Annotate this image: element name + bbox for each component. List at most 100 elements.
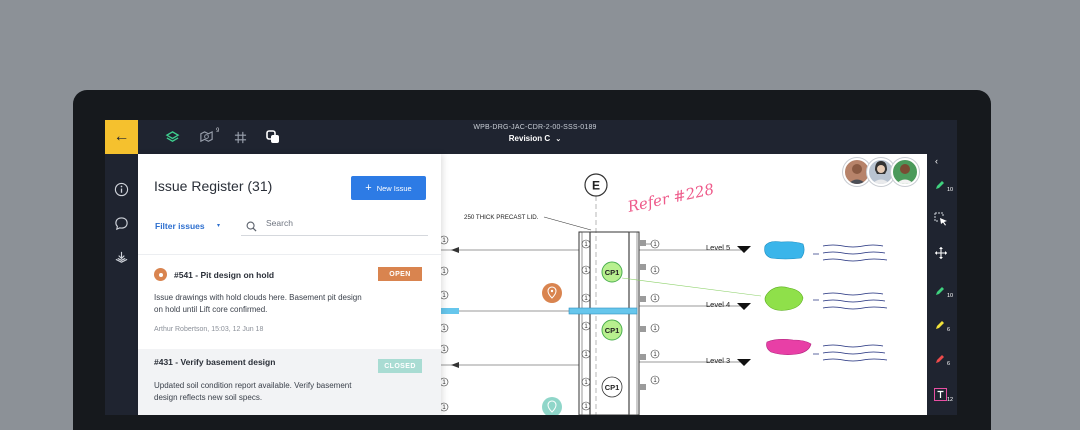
avatar[interactable] bbox=[891, 158, 919, 186]
ref-marker: 1 bbox=[581, 377, 591, 387]
issue-title: #431 - Verify basement design bbox=[154, 357, 276, 367]
svg-text:CP1: CP1 bbox=[605, 383, 620, 392]
document-header: WPB-DRG-JAC-CDR-2-00-SSS-0189 Revision C… bbox=[435, 124, 635, 143]
search-box bbox=[241, 214, 428, 236]
move-icon bbox=[935, 247, 947, 259]
ref-marker: 1 bbox=[581, 239, 591, 249]
marker-green-icon bbox=[936, 181, 944, 189]
status-badge: OPEN bbox=[378, 267, 422, 281]
cp1-marker[interactable]: CP1 bbox=[601, 376, 623, 398]
issue-list-item[interactable]: #541 - Pit design on hold OPEN Issue dra… bbox=[138, 254, 441, 341]
ref-marker: 1 bbox=[441, 344, 449, 354]
issue-register-panel: Issue Register (31) + New Issue Filter is… bbox=[138, 154, 441, 415]
ref-marker: 1 bbox=[650, 323, 660, 333]
issue-list-item[interactable]: #431 - Verify basement design CLOSED Upd… bbox=[138, 349, 441, 415]
pen-tool[interactable]: 6 bbox=[934, 352, 956, 370]
markup-cloud[interactable] bbox=[764, 286, 804, 311]
ref-marker: 1 bbox=[650, 239, 660, 249]
level-label: Level 3 bbox=[706, 356, 730, 365]
marker-tool[interactable]: 10 bbox=[934, 284, 956, 302]
issue-meta: Arthur Robertson, 15:03, 12 Jun 18 bbox=[154, 326, 264, 333]
grid-icon[interactable] bbox=[232, 129, 248, 145]
tool-count: 6 bbox=[947, 327, 951, 333]
drawing-canvas[interactable]: E Refer #228 250 THICK PRECAST LID. 1 1 … bbox=[441, 154, 927, 415]
issue-pin-icon[interactable] bbox=[542, 397, 562, 415]
select-cursor-icon bbox=[934, 212, 947, 226]
tool-count: 10 bbox=[947, 293, 954, 299]
arrow-left-icon: ← bbox=[113, 128, 130, 145]
back-button[interactable]: ← bbox=[105, 120, 138, 154]
handwritten-note bbox=[813, 244, 888, 362]
info-icon[interactable] bbox=[113, 181, 129, 197]
text-tool-icon bbox=[934, 388, 947, 401]
ref-marker: 1 bbox=[581, 349, 591, 359]
search-icon bbox=[246, 219, 257, 237]
top-bar: ← 9 WPB-DRG-JAC-CDR-2-00-SSS-0189 Revisi… bbox=[105, 120, 957, 154]
right-tool-rail: ‹ 10 10 6 6 12 bbox=[927, 154, 957, 415]
app-screen: ← 9 WPB-DRG-JAC-CDR-2-00-SSS-0189 Revisi… bbox=[105, 120, 957, 415]
comments-icon[interactable] bbox=[113, 215, 129, 231]
new-issue-label: New Issue bbox=[376, 183, 412, 193]
filter-label: Filter issues bbox=[155, 221, 205, 231]
cp1-marker[interactable]: CP1 bbox=[601, 319, 623, 341]
slab-label: 250 THICK PRECAST LID. bbox=[464, 214, 539, 221]
chevron-down-icon: ⌄ bbox=[555, 136, 562, 143]
ref-marker: 1 bbox=[650, 349, 660, 359]
text-tool[interactable]: 12 bbox=[934, 388, 956, 406]
left-rail bbox=[105, 154, 138, 415]
layer-stack-icon[interactable] bbox=[113, 249, 129, 265]
markup-cloud[interactable] bbox=[764, 241, 805, 260]
ref-marker: 1 bbox=[581, 321, 591, 331]
marker-yellow-icon bbox=[936, 321, 944, 329]
location-pin-icon bbox=[154, 268, 167, 281]
tool-count: 10 bbox=[947, 187, 954, 193]
ref-marker: 1 bbox=[581, 401, 591, 411]
issue-description: Updated soil condition report available.… bbox=[154, 381, 352, 402]
tool-count: 12 bbox=[947, 397, 954, 403]
markups-icon[interactable] bbox=[198, 129, 214, 145]
layers-icon[interactable] bbox=[164, 129, 180, 145]
ref-marker: 1 bbox=[581, 265, 591, 275]
refer-annotation: Refer #228 bbox=[625, 180, 716, 216]
marker-green-icon bbox=[936, 287, 944, 295]
issue-title: #541 - Pit design on hold bbox=[174, 270, 275, 280]
ref-marker: 1 bbox=[441, 235, 449, 245]
ref-marker: 1 bbox=[650, 293, 660, 303]
markup-cloud[interactable] bbox=[766, 339, 812, 355]
svg-text:CP1: CP1 bbox=[605, 268, 620, 277]
filter-issues-dropdown[interactable]: Filter issues bbox=[155, 221, 205, 231]
ref-marker: 1 bbox=[441, 290, 449, 300]
ref-marker: 1 bbox=[441, 402, 449, 412]
ref-marker: 1 bbox=[441, 323, 449, 333]
highlighter-tool[interactable]: 6 bbox=[934, 318, 956, 336]
level-label: Level 5 bbox=[706, 243, 730, 252]
ref-marker: 1 bbox=[441, 377, 449, 387]
search-input[interactable] bbox=[266, 218, 416, 228]
compare-icon[interactable] bbox=[265, 129, 281, 145]
revision-selector[interactable]: Revision C ⌄ bbox=[435, 134, 635, 143]
plus-icon: + bbox=[365, 182, 372, 194]
svg-text:CP1: CP1 bbox=[605, 326, 620, 335]
level-label: Level 4 bbox=[706, 300, 730, 309]
ref-marker: 1 bbox=[650, 375, 660, 385]
cp1-marker[interactable]: CP1 bbox=[601, 261, 623, 283]
move-tool[interactable] bbox=[934, 246, 956, 264]
issue-description: Issue drawings with hold clouds here. Ba… bbox=[154, 293, 362, 314]
marker-tool[interactable]: 10 bbox=[934, 178, 956, 196]
document-id: WPB-DRG-JAC-CDR-2-00-SSS-0189 bbox=[473, 124, 597, 131]
select-tool[interactable] bbox=[934, 212, 956, 230]
new-issue-button[interactable]: + New Issue bbox=[351, 176, 426, 200]
issue-pin-icon[interactable] bbox=[542, 283, 562, 303]
ref-marker: 1 bbox=[441, 266, 449, 276]
tool-count: 6 bbox=[947, 361, 951, 367]
caret-down-icon: ▾ bbox=[217, 223, 221, 229]
ref-marker: 1 bbox=[581, 293, 591, 303]
ref-marker: 1 bbox=[650, 265, 660, 275]
revision-label: Revision C bbox=[508, 134, 551, 143]
marker-red-icon bbox=[936, 355, 944, 363]
collapse-rail-button[interactable]: ‹ bbox=[935, 156, 957, 174]
gridline-label: E bbox=[592, 179, 600, 193]
panel-title: Issue Register (31) bbox=[154, 178, 273, 194]
status-badge: CLOSED bbox=[378, 359, 422, 373]
markup-count: 9 bbox=[216, 128, 220, 134]
